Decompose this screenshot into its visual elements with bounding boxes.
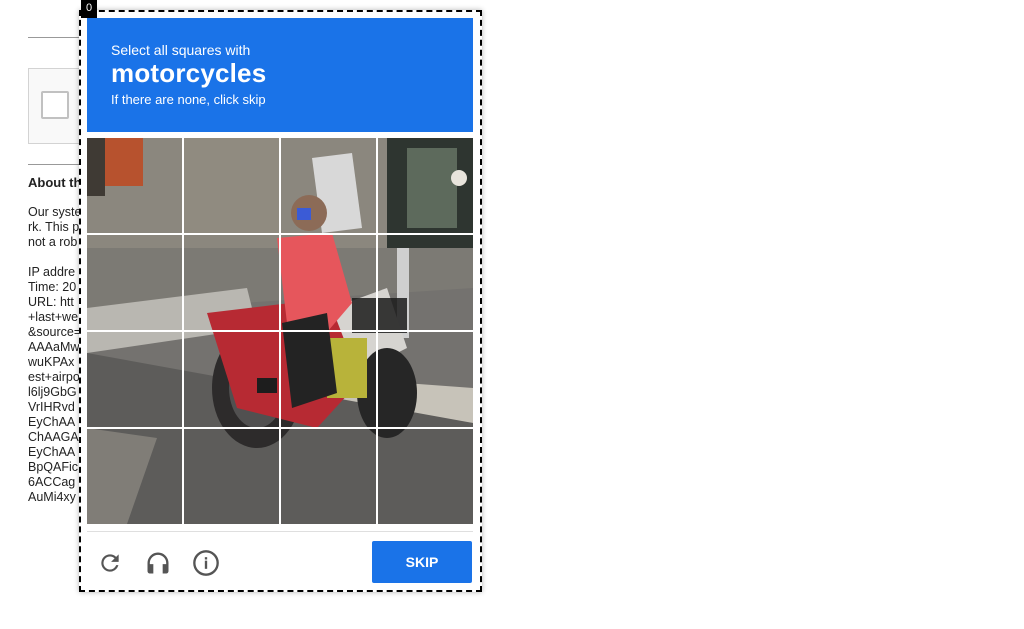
grid-tile[interactable]: [378, 429, 473, 524]
info-line: 6ACCag: [28, 475, 76, 489]
grid-tile[interactable]: [87, 429, 182, 524]
info-line: +last+we: [28, 310, 79, 324]
grid-tile[interactable]: [184, 138, 279, 233]
grid-tile[interactable]: [378, 138, 473, 233]
challenge-target: motorcycles: [111, 58, 267, 88]
grid-tile[interactable]: [378, 332, 473, 427]
grid-tile[interactable]: [281, 429, 376, 524]
grid-tile[interactable]: [378, 235, 473, 330]
info-line: BpQAFic: [28, 460, 79, 474]
info-icon: [193, 550, 219, 576]
grid-line: [87, 233, 473, 235]
grid-tile[interactable]: [87, 138, 182, 233]
grid-tile[interactable]: [281, 138, 376, 233]
grid-tile[interactable]: [184, 429, 279, 524]
challenge-image-grid: [87, 138, 473, 524]
info-line: URL: htt: [28, 295, 74, 309]
grid-tile[interactable]: [87, 332, 182, 427]
grid-line: [87, 427, 473, 429]
recaptcha-checkbox[interactable]: [41, 91, 69, 119]
info-line: wuKPAx: [28, 355, 75, 369]
challenge-hint: If there are none, click skip: [111, 92, 266, 107]
grid-tile[interactable]: [87, 235, 182, 330]
info-line: VrIHRvd: [28, 400, 75, 414]
info-line: est+airpo: [28, 370, 80, 384]
challenge-badge: 0: [81, 0, 97, 18]
skip-button[interactable]: SKIP: [372, 541, 472, 583]
grid-tile[interactable]: [281, 332, 376, 427]
info-line: l6lj9GbG: [28, 385, 77, 399]
info-line: AuMi4xy: [28, 490, 76, 504]
info-line: &source=: [28, 325, 82, 339]
about-line: Our syste: [28, 205, 82, 219]
about-title: About th: [28, 175, 82, 190]
audio-button[interactable]: [140, 545, 176, 581]
about-text: Our syste rk. This p not a rob IP addre …: [28, 205, 82, 505]
info-line: ChAAGA: [28, 430, 79, 444]
info-line: EyChAA: [28, 445, 76, 459]
challenge-header: Select all squares with motorcycles If t…: [87, 18, 473, 132]
grid-tile[interactable]: [281, 235, 376, 330]
reload-icon: [101, 554, 119, 572]
about-line: rk. This p: [28, 220, 80, 234]
about-line: not a rob: [28, 235, 78, 249]
info-line: AAAaMw: [28, 340, 80, 354]
headphones-icon: [147, 552, 169, 574]
grid-tile[interactable]: [184, 235, 279, 330]
info-line: Time: 20: [28, 280, 77, 294]
grid-tile[interactable]: [184, 332, 279, 427]
info-line: EyChAA: [28, 415, 76, 429]
challenge-instruction: Select all squares with: [111, 42, 251, 58]
reload-button[interactable]: [92, 545, 128, 581]
grid-line: [87, 330, 473, 332]
footer-divider: [87, 531, 473, 532]
info-line: IP addre: [28, 265, 76, 279]
info-button[interactable]: [188, 545, 224, 581]
